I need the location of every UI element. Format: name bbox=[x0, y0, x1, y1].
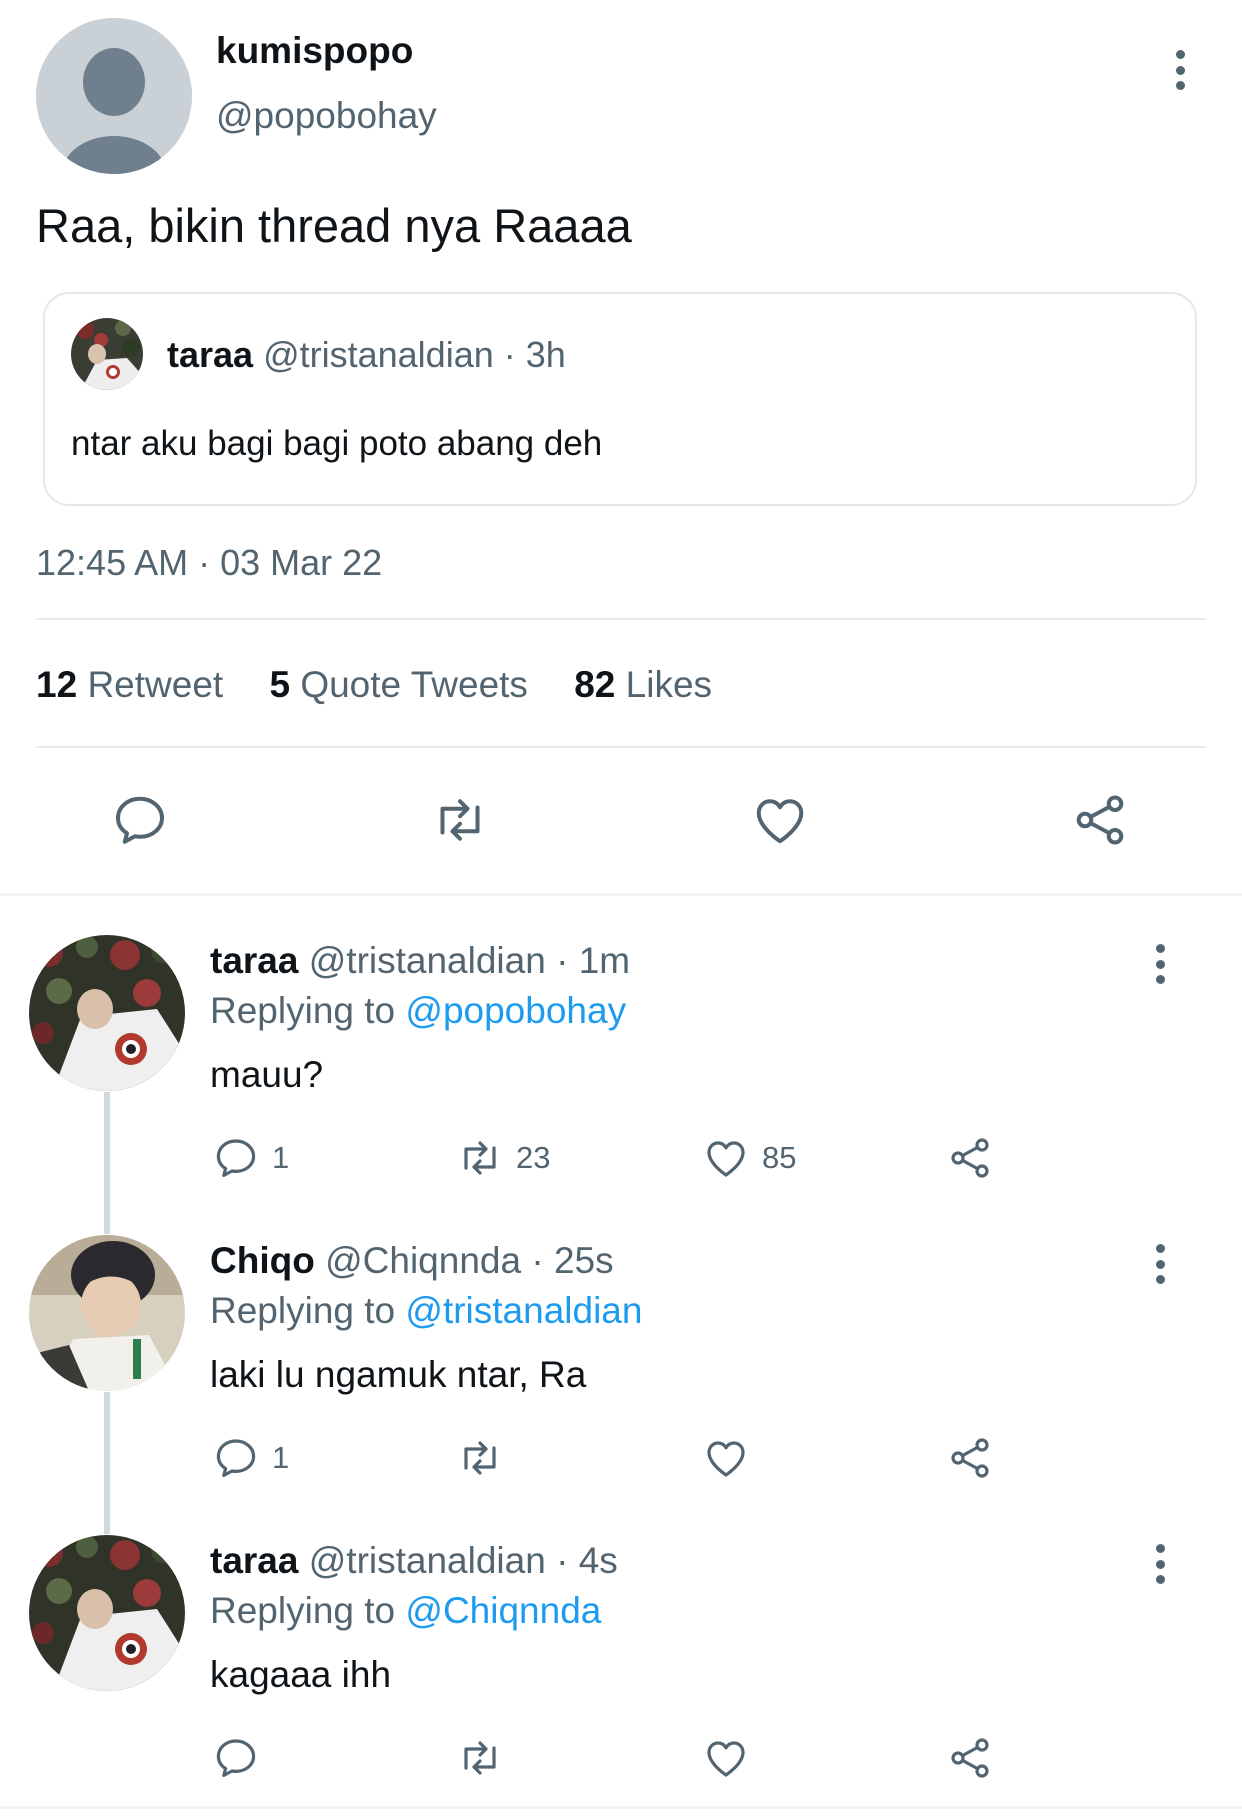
reply-author-name[interactable]: taraa bbox=[210, 1540, 298, 1581]
default-avatar[interactable] bbox=[36, 18, 192, 174]
retweet-button[interactable] bbox=[456, 1734, 516, 1782]
reply-icon bbox=[216, 1139, 256, 1177]
more-options-icon[interactable] bbox=[1153, 944, 1167, 984]
bottom-divider bbox=[0, 1806, 1242, 1809]
replying-to-label: Replying to bbox=[210, 990, 396, 1031]
retweet-count[interactable]: 12 bbox=[36, 664, 77, 705]
reply-author-avatar[interactable] bbox=[29, 1535, 185, 1691]
reply-count: 1 bbox=[272, 1440, 290, 1475]
quote-author-handle[interactable]: @tristanaldian bbox=[263, 334, 494, 375]
replying-to-link[interactable]: @tristanaldian bbox=[405, 1290, 642, 1331]
share-icon bbox=[951, 1438, 989, 1478]
reply-text: laki lu ngamuk ntar, Ra bbox=[210, 1354, 587, 1395]
reply-author-name[interactable]: Chiqo bbox=[210, 1240, 315, 1281]
thread-line bbox=[104, 1392, 110, 1534]
reply-author-name[interactable]: taraa bbox=[210, 940, 298, 981]
reply-button[interactable]: 1 bbox=[212, 1134, 289, 1182]
quote-time: · 3h bbox=[503, 334, 566, 375]
quote-author-name[interactable]: taraa bbox=[167, 334, 253, 375]
reply-author-handle[interactable]: @Chiqnnda bbox=[325, 1240, 521, 1281]
share-button[interactable] bbox=[946, 1734, 994, 1782]
replying-to-link[interactable]: @popobohay bbox=[405, 990, 626, 1031]
replying-to-label: Replying to bbox=[210, 1590, 396, 1631]
reply-time: · 1m bbox=[556, 940, 631, 981]
quoted-tweet[interactable]: taraa @tristanaldian · 3h ntar aku bagi … bbox=[43, 292, 1197, 506]
divider bbox=[36, 618, 1206, 620]
like-icon bbox=[707, 1741, 745, 1777]
more-options-icon[interactable] bbox=[1153, 1244, 1167, 1284]
tweet-stats: 12 Retweet 5 Quote Tweets 82 Likes bbox=[36, 664, 748, 706]
reply-author-handle[interactable]: @tristanaldian bbox=[309, 940, 546, 981]
retweet-button[interactable]: 23 bbox=[456, 1134, 550, 1182]
section-divider bbox=[0, 893, 1242, 896]
quote-label[interactable]: Quote Tweets bbox=[300, 664, 528, 705]
reply-text: mauu? bbox=[210, 1054, 324, 1095]
quote-author-avatar bbox=[71, 318, 143, 390]
reply-time: · 4s bbox=[556, 1540, 618, 1581]
retweet-label[interactable]: Retweet bbox=[87, 664, 223, 705]
retweet-icon[interactable] bbox=[430, 790, 490, 850]
like-icon bbox=[707, 1141, 745, 1177]
tweet-text: Raa, bikin thread nya Raaaa bbox=[36, 199, 632, 252]
share-icon bbox=[951, 1738, 989, 1778]
quote-count[interactable]: 5 bbox=[269, 664, 290, 705]
like-label[interactable]: Likes bbox=[626, 664, 712, 705]
share-button[interactable] bbox=[946, 1434, 994, 1482]
reply-time: · 25s bbox=[531, 1240, 614, 1281]
replying-to-link[interactable]: @Chiqnnda bbox=[405, 1590, 601, 1631]
retweet-count: 23 bbox=[516, 1140, 551, 1175]
author-name[interactable]: kumispopo bbox=[216, 30, 413, 72]
like-icon[interactable] bbox=[750, 790, 810, 850]
reply-icon bbox=[216, 1439, 256, 1477]
like-count[interactable]: 82 bbox=[574, 664, 615, 705]
reply-icon bbox=[216, 1739, 256, 1777]
retweet-icon bbox=[464, 1141, 496, 1175]
reply-author-avatar[interactable] bbox=[29, 1235, 185, 1391]
quote-text: ntar aku bagi bagi poto abang deh bbox=[71, 424, 603, 463]
like-count: 85 bbox=[762, 1140, 797, 1175]
reply-icon[interactable] bbox=[110, 790, 170, 850]
retweet-icon bbox=[464, 1741, 496, 1775]
reply-count: 1 bbox=[272, 1140, 290, 1175]
more-options-icon[interactable] bbox=[1173, 50, 1187, 90]
tweet-timestamp[interactable]: 12:45 AM · 03 Mar 22 bbox=[36, 542, 382, 584]
reply-button[interactable] bbox=[212, 1734, 272, 1782]
retweet-icon bbox=[464, 1441, 496, 1475]
share-button[interactable] bbox=[946, 1134, 994, 1182]
reply-author-avatar[interactable] bbox=[29, 935, 185, 1091]
share-icon[interactable] bbox=[1070, 790, 1130, 850]
like-icon bbox=[707, 1441, 745, 1477]
like-button[interactable]: 85 bbox=[702, 1134, 796, 1182]
like-button[interactable] bbox=[702, 1434, 762, 1482]
author-handle[interactable]: @popobohay bbox=[216, 95, 437, 137]
reply-author-handle[interactable]: @tristanaldian bbox=[309, 1540, 546, 1581]
reply-text: kagaaa ihh bbox=[210, 1654, 392, 1695]
retweet-button[interactable] bbox=[456, 1434, 516, 1482]
like-button[interactable] bbox=[702, 1734, 762, 1782]
thread-line bbox=[104, 1092, 110, 1234]
reply-button[interactable]: 1 bbox=[212, 1434, 289, 1482]
replying-to-label: Replying to bbox=[210, 1290, 396, 1331]
more-options-icon[interactable] bbox=[1153, 1544, 1167, 1584]
divider bbox=[36, 746, 1206, 748]
share-icon bbox=[951, 1138, 989, 1178]
